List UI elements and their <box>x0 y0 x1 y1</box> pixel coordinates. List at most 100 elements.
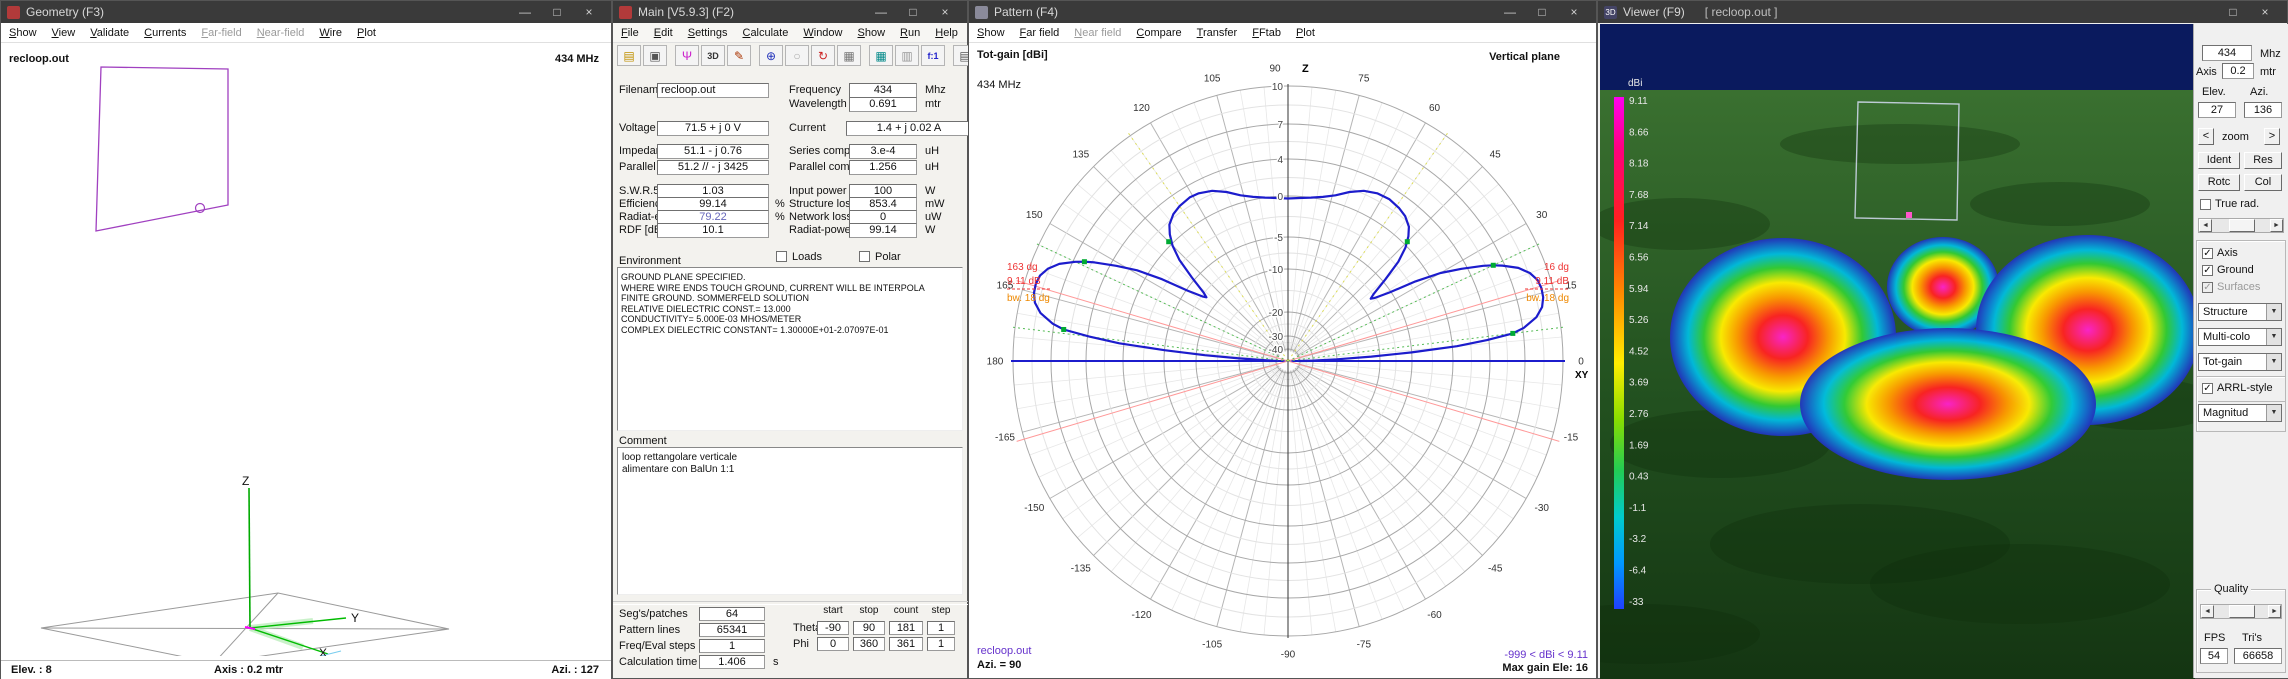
field-pattern-lines[interactable]: 65341 <box>699 623 765 637</box>
field-parallel-comp-[interactable]: 1.256 <box>849 160 917 175</box>
chart-icon[interactable]: ▥ <box>895 45 919 66</box>
field-freq-eval-steps[interactable]: 1 <box>699 639 765 653</box>
res-button[interactable]: Res <box>2244 152 2282 169</box>
ident-button[interactable]: Ident <box>2198 152 2240 169</box>
svg-text:-1.1: -1.1 <box>1629 503 1647 514</box>
chevron-down-icon[interactable]: ▼ <box>2266 405 2281 421</box>
menu-item-run[interactable]: Run <box>900 27 920 39</box>
copy-icon[interactable]: ▣ <box>643 45 667 66</box>
quantity-combo[interactable]: Tot-gain▼ <box>2198 353 2282 371</box>
calculator-icon[interactable]: ▦ <box>837 45 861 66</box>
checkbox-loads[interactable] <box>776 251 787 262</box>
field-frequency[interactable]: 434 <box>849 83 917 98</box>
true-rad-checkbox[interactable] <box>2200 199 2211 210</box>
field-theta-start[interactable]: -90 <box>817 621 849 635</box>
svg-text:150: 150 <box>1026 210 1043 221</box>
axis-checkbox[interactable]: ✓ <box>2202 248 2213 259</box>
pattern-icon[interactable]: ○ <box>785 45 809 66</box>
unit-label: % <box>775 198 785 210</box>
3d-view-icon[interactable]: 3D <box>701 45 725 66</box>
minimize-icon[interactable]: — <box>865 5 897 19</box>
svg-text:-40: -40 <box>1269 345 1284 356</box>
tris-field[interactable]: 66658 <box>2234 648 2282 664</box>
main-titlebar[interactable]: Main [V5.9.3] (F2) — □ × <box>613 1 967 23</box>
field-seg-s-patches[interactable]: 64 <box>699 607 765 621</box>
field-parallel-form[interactable]: 51.2 // - j 3425 <box>657 160 769 175</box>
maximize-icon[interactable]: □ <box>897 5 929 19</box>
axis-size-field[interactable]: 0.2 <box>2222 63 2254 79</box>
field-wavelength[interactable]: 0.691 <box>849 97 917 112</box>
field-phi-start[interactable]: 0 <box>817 637 849 651</box>
field-calculation-time[interactable]: 1.406 <box>699 655 765 669</box>
magnitude-combo[interactable]: Magnitud▼ <box>2198 404 2282 422</box>
plot-maxgain-label: Max gain Ele: 16 <box>1502 662 1588 674</box>
menu-item-file[interactable]: File <box>621 27 639 39</box>
svg-text:105: 105 <box>1204 73 1221 84</box>
close-icon[interactable]: × <box>2249 5 2281 19</box>
chevron-down-icon[interactable]: ▼ <box>2266 354 2281 370</box>
field-voltage[interactable]: 71.5 + j 0 V <box>657 121 769 136</box>
frequency-field[interactable]: 434 <box>2202 45 2252 61</box>
viewer-3d-scene[interactable]: dBi9.118.668.187.687.146.565.945.264.523… <box>1600 24 2195 679</box>
chevron-down-icon[interactable]: ▼ <box>2266 304 2281 320</box>
svg-text:75: 75 <box>1358 73 1370 84</box>
quality-label: Quality <box>2211 583 2251 595</box>
field-theta-stop[interactable]: 90 <box>853 621 885 635</box>
f1-scale-icon[interactable]: f:1 <box>921 45 945 66</box>
field-phi-count[interactable]: 361 <box>889 637 923 651</box>
field-filename[interactable]: recloop.out <box>657 83 769 98</box>
field-theta-step[interactable]: 1 <box>927 621 955 635</box>
chevron-down-icon[interactable]: ▼ <box>2266 329 2281 345</box>
far-field-icon[interactable]: ⊕ <box>759 45 783 66</box>
field-radiat-power[interactable]: 99.14 <box>849 223 917 238</box>
field-theta-count[interactable]: 181 <box>889 621 923 635</box>
menu-item-show[interactable]: Show <box>858 27 886 39</box>
arrow-left-icon[interactable]: ◄ <box>2199 219 2212 232</box>
structure-combo[interactable]: Structure▼ <box>2198 303 2282 321</box>
generate-icon[interactable]: ↻ <box>811 45 835 66</box>
arrow-left-icon[interactable]: ◄ <box>2201 605 2214 618</box>
quality-slider[interactable]: ◄► <box>2200 604 2282 619</box>
ground-checkbox[interactable]: ✓ <box>2202 265 2213 276</box>
svg-text:-120: -120 <box>1131 610 1151 621</box>
surfaces-checkbox[interactable]: ✓ <box>2202 282 2213 293</box>
color-mode-combo[interactable]: Multi-colo▼ <box>2198 328 2282 346</box>
menu-item-settings[interactable]: Settings <box>688 27 728 39</box>
true-rad-checkbox-label: True rad. <box>2215 198 2259 210</box>
zoom-in-button[interactable]: > <box>2264 128 2280 145</box>
comment-box[interactable]: loop rettangolare verticalealimentare co… <box>617 447 963 595</box>
antenna-icon[interactable]: Ψ <box>675 45 699 66</box>
geometry-window: Geometry (F3) — □ × ShowViewValidateCurr… <box>0 0 612 679</box>
field-phi-step[interactable]: 1 <box>927 637 955 651</box>
table-icon[interactable]: ▦ <box>869 45 893 66</box>
open-icon[interactable]: ▤ <box>617 45 641 66</box>
field-phi-stop[interactable]: 360 <box>853 637 885 651</box>
edit-icon[interactable]: ✎ <box>727 45 751 66</box>
rotc-button[interactable]: Rotc <box>2198 174 2240 191</box>
elevation-field[interactable]: 27 <box>2198 102 2236 118</box>
arrow-right-icon[interactable]: ► <box>2270 219 2283 232</box>
fps-field[interactable]: 54 <box>2200 648 2228 664</box>
field-current[interactable]: 1.4 + j 0.02 A <box>846 121 972 136</box>
menu-item-help[interactable]: Help <box>935 27 958 39</box>
menu-item-window[interactable]: Window <box>803 27 842 39</box>
zoom-out-button[interactable]: < <box>2198 128 2214 145</box>
rad-slider-thumb[interactable] <box>2229 219 2255 232</box>
rad-slider[interactable]: ◄► <box>2198 218 2284 233</box>
azimuth-field[interactable]: 136 <box>2244 102 2282 118</box>
arrow-right-icon[interactable]: ► <box>2268 605 2281 618</box>
viewer-titlebar[interactable]: 3D Viewer (F9) [ recloop.out ] □ × <box>1598 1 2287 23</box>
maximize-icon[interactable]: □ <box>2217 5 2249 19</box>
viewer-title: Viewer (F9) <box>1623 5 1685 19</box>
menu-item-calculate[interactable]: Calculate <box>742 27 788 39</box>
col-button[interactable]: Col <box>2244 174 2282 191</box>
field-rdf-db-[interactable]: 10.1 <box>657 223 769 238</box>
quality-slider-thumb[interactable] <box>2229 605 2255 618</box>
close-icon[interactable]: × <box>929 5 961 19</box>
checkbox-polar[interactable] <box>859 251 870 262</box>
geometry-statusbar: Elev. : 8 Axis : 0.2 mtr Azi. : 127 <box>1 660 611 679</box>
arrl-style-checkbox[interactable]: ✓ <box>2202 383 2213 394</box>
field-series-comp-[interactable]: 3.e-4 <box>849 144 917 159</box>
field-impedance[interactable]: 51.1 - j 0.76 <box>657 144 769 159</box>
menu-item-edit[interactable]: Edit <box>654 27 673 39</box>
